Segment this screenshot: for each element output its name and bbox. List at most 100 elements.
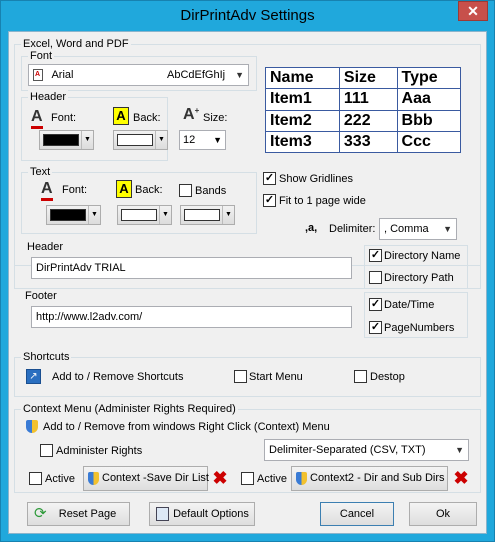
- footer-section-label: Footer: [25, 290, 57, 302]
- color-swatch: [121, 209, 157, 221]
- page-numbers-label: PageNumbers: [384, 322, 455, 334]
- start-menu-checkbox[interactable]: [234, 370, 247, 383]
- chevron-down-icon: ▼: [213, 135, 222, 145]
- font-group-label: Font: [28, 49, 55, 63]
- font-color-icon: A: [41, 180, 53, 201]
- delete-context2-icon[interactable]: ✖: [451, 468, 471, 488]
- refresh-icon: ⟳: [34, 505, 47, 522]
- shortcuts-label: Shortcuts: [21, 350, 72, 364]
- text-back-label: Back:: [135, 184, 163, 196]
- date-time-checkbox[interactable]: ✓: [369, 298, 382, 311]
- reset-page-label: Reset Page: [58, 508, 117, 520]
- directory-path-label: Directory Path: [384, 272, 454, 284]
- header-back-color-picker[interactable]: ▼: [113, 130, 168, 150]
- delete-context1-icon[interactable]: ✖: [210, 468, 230, 488]
- back-color-icon: A: [116, 180, 132, 198]
- directory-name-label: Directory Name: [384, 250, 461, 262]
- preview-cell: Aaa: [396, 88, 462, 111]
- preview-header-cell: Type: [396, 66, 462, 90]
- settings-window: DirPrintAdv Settings ✕ Excel, Word and P…: [0, 0, 495, 542]
- bands-checkbox[interactable]: [179, 184, 192, 197]
- header-size-select[interactable]: 12 ▼: [179, 130, 226, 150]
- color-swatch: [50, 209, 86, 221]
- start-menu-label: Start Menu: [249, 371, 303, 383]
- context2-button-label: Context2 - Dir and Sub Dirs: [310, 472, 445, 484]
- active1-checkbox[interactable]: [29, 472, 42, 485]
- desktop-checkbox[interactable]: [354, 370, 367, 383]
- bands-color-picker[interactable]: ▼: [180, 205, 235, 225]
- preview-cell: 222: [338, 109, 398, 132]
- active2-label: Active: [257, 473, 287, 485]
- chevron-down-icon: ▼: [222, 206, 234, 224]
- back-color-icon: A: [113, 107, 129, 125]
- delimiter-select[interactable]: , Comma ▼: [379, 218, 457, 240]
- header-font-color-picker[interactable]: ▼: [39, 130, 94, 150]
- font-file-icon: A: [33, 69, 43, 82]
- defaults-icon: [156, 507, 169, 521]
- context-save-dir-list-button[interactable]: Context -Save Dir List: [83, 466, 209, 491]
- fit-page-checkbox[interactable]: ✓: [263, 194, 276, 207]
- directory-name-checkbox[interactable]: ✓: [369, 249, 382, 262]
- header-style-label: Header: [28, 90, 69, 104]
- active1-label: Active: [45, 473, 75, 485]
- fit-page-label: Fit to 1 page wide: [279, 195, 366, 207]
- reset-page-button[interactable]: ⟳ Reset Page: [27, 502, 130, 526]
- preview-row: Item3 333 Ccc: [265, 130, 462, 154]
- footer-text-input[interactable]: http://www.l2adv.com/: [31, 306, 352, 328]
- delimiter-value: , Comma: [384, 223, 429, 235]
- directory-path-checkbox[interactable]: [369, 271, 382, 284]
- color-swatch: [184, 209, 220, 221]
- font-select[interactable]: A Arial AbCdEfGhIj ▼: [28, 64, 249, 86]
- preview-header-row: Name Size Type: [265, 66, 462, 90]
- show-gridlines-label: Show Gridlines: [279, 173, 353, 185]
- preview-cell: 111: [338, 88, 398, 111]
- context-format-value: Delimiter-Separated (CSV, TXT): [269, 444, 426, 456]
- shield-icon: [88, 472, 99, 485]
- preview-header-cell: Name: [265, 66, 340, 90]
- preview-cell: Ccc: [396, 130, 462, 154]
- color-swatch: [117, 134, 153, 146]
- show-gridlines-checkbox[interactable]: ✓: [263, 172, 276, 185]
- chevron-down-icon: ▼: [455, 445, 464, 455]
- header-size-label: Size:: [203, 112, 228, 124]
- window-title: DirPrintAdv Settings: [180, 7, 315, 24]
- default-options-button[interactable]: Default Options: [149, 502, 255, 526]
- context-format-select[interactable]: Delimiter-Separated (CSV, TXT) ▼: [264, 439, 469, 461]
- preview-row: Item2 222 Bbb: [265, 109, 462, 132]
- ok-button[interactable]: Ok: [409, 502, 477, 526]
- default-options-label: Default Options: [173, 508, 249, 520]
- header-text-input[interactable]: DirPrintAdv TRIAL: [31, 257, 352, 279]
- font-name: Arial: [51, 69, 74, 81]
- shield-icon: [26, 420, 38, 433]
- header-back-label: Back:: [133, 112, 161, 124]
- title-bar[interactable]: DirPrintAdv Settings ✕: [1, 1, 494, 31]
- preview-table: Name Size Type Item1 111 Aaa Item2 222 B…: [265, 66, 462, 154]
- text-font-color-picker[interactable]: ▼: [46, 205, 101, 225]
- preview-cell: Bbb: [396, 109, 462, 132]
- chevron-down-icon: ▼: [235, 70, 244, 80]
- preview-row: Item1 111 Aaa: [265, 88, 462, 111]
- preview-cell: 333: [338, 130, 398, 154]
- context2-dir-subdirs-button[interactable]: Context2 - Dir and Sub Dirs: [291, 466, 448, 491]
- shortcut-icon: ↗: [26, 369, 41, 384]
- add-remove-context-label[interactable]: Add to / Remove from windows Right Click…: [43, 421, 330, 433]
- chevron-down-icon: ▼: [88, 206, 100, 224]
- preview-cell: Item1: [265, 88, 340, 111]
- add-remove-shortcuts-label[interactable]: Add to / Remove Shortcuts: [52, 371, 183, 383]
- page-numbers-checkbox[interactable]: ✓: [369, 321, 382, 334]
- context1-button-label: Context -Save Dir List: [102, 472, 209, 484]
- active2-checkbox[interactable]: [241, 472, 254, 485]
- header-size-value: 12: [183, 134, 196, 146]
- font-sample: AbCdEfGhIj: [167, 69, 226, 81]
- text-back-color-picker[interactable]: ▼: [117, 205, 172, 225]
- chevron-down-icon: ▼: [159, 206, 171, 224]
- admin-rights-label: Administer Rights: [56, 445, 143, 457]
- preview-cell: Item2: [265, 109, 340, 132]
- text-font-label: Font:: [62, 184, 88, 196]
- bands-label: Bands: [195, 185, 227, 197]
- close-button[interactable]: ✕: [458, 1, 488, 21]
- delimiter-label: Delimiter:: [329, 223, 376, 235]
- chevron-down-icon: ▼: [443, 224, 452, 234]
- admin-rights-checkbox[interactable]: [40, 444, 53, 457]
- cancel-button[interactable]: Cancel: [320, 502, 394, 526]
